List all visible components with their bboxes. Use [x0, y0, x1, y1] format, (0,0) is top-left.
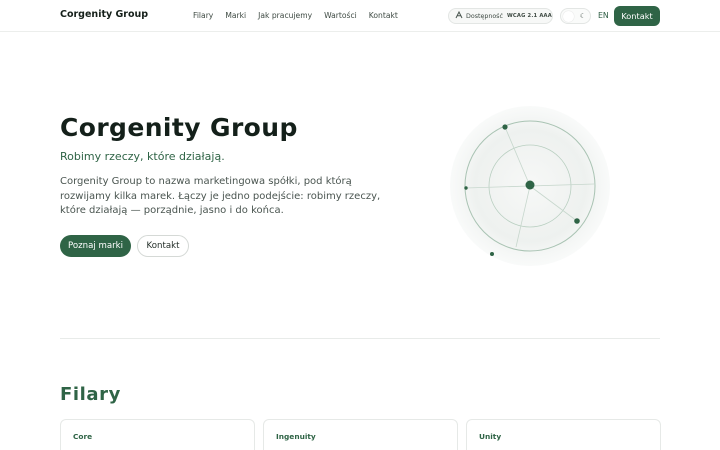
language-switch[interactable]: EN	[598, 11, 609, 20]
accessibility-icon	[455, 10, 464, 21]
pillar-card-unity: Unity	[466, 419, 661, 450]
toggle-knob	[563, 11, 574, 22]
pillar-card-title: Core	[73, 432, 93, 441]
pillar-card-core: Core	[60, 419, 255, 450]
accessibility-button[interactable]: Dostępność WCAG 2.1 AAA	[448, 8, 553, 24]
accessibility-label: Dostępność	[466, 12, 503, 20]
hero-subtitle: Robimy rzeczy, które działają.	[60, 150, 225, 163]
header-contact-button[interactable]: Kontakt	[614, 6, 660, 26]
section-title-filary: Filary	[60, 384, 121, 405]
hero-contact-button[interactable]: Kontakt	[137, 235, 189, 257]
main-nav: Filary Marki Jak pracujemy Wartości Kont…	[193, 11, 398, 20]
nav-link-marki[interactable]: Marki	[225, 11, 246, 20]
pillar-card-ingenuity: Ingenuity	[263, 419, 458, 450]
nav-link-filary[interactable]: Filary	[193, 11, 213, 20]
hero-orbit-illustration	[446, 102, 614, 270]
pillar-card-title: Unity	[479, 432, 502, 441]
nav-link-kontakt[interactable]: Kontakt	[369, 11, 398, 20]
nav-link-wartosci[interactable]: Wartości	[324, 11, 357, 20]
nav-link-jak-pracujemy[interactable]: Jak pracujemy	[258, 11, 312, 20]
wcag-badge: WCAG 2.1 AAA	[506, 13, 552, 19]
theme-toggle[interactable]: ☾	[560, 8, 591, 24]
moon-icon: ☾	[579, 12, 586, 20]
pillar-card-title: Ingenuity	[276, 432, 316, 441]
explore-brands-button[interactable]: Poznaj marki	[60, 235, 131, 257]
hero-description: Corgenity Group to nazwa marketingowa sp…	[60, 176, 381, 216]
brand-logo-text[interactable]: Corgenity Group	[60, 9, 148, 20]
section-divider	[60, 338, 660, 339]
hero-title: Corgenity Group	[60, 113, 298, 142]
top-navigation-bar: Corgenity Group Filary Marki Jak pracuje…	[0, 0, 720, 32]
